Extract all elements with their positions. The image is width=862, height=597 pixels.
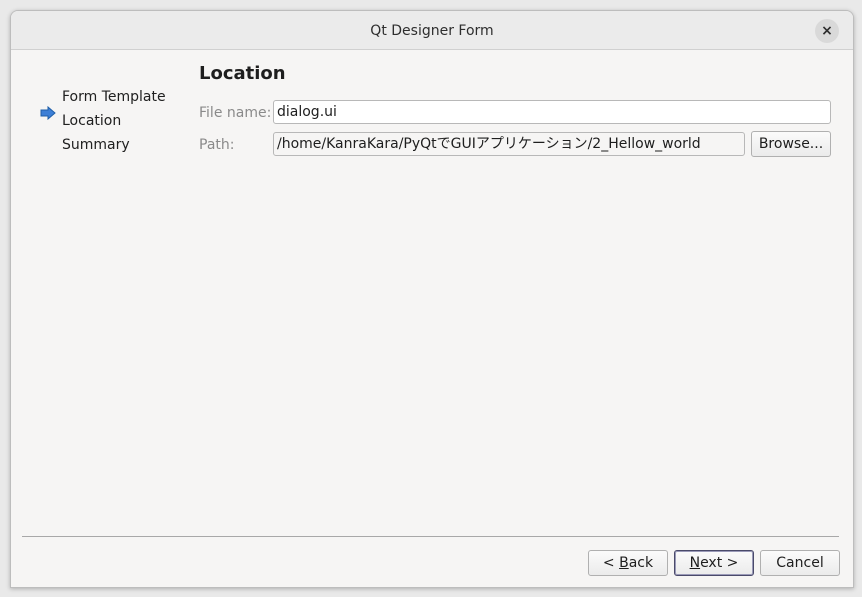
path-label: Path: (199, 137, 235, 153)
current-step-arrow-icon (40, 106, 56, 120)
back-mnemonic: B (619, 555, 629, 571)
back-arrow-glyph: < (602, 555, 620, 571)
path-field[interactable]: /home/KanraKara/PyQtでGUIアプリケーション/2_Hello… (273, 132, 745, 156)
button-separator (22, 536, 839, 537)
title-bar: Qt Designer Form × (11, 11, 853, 50)
next-label-rest: ext (700, 555, 723, 571)
cancel-button[interactable]: Cancel (760, 550, 840, 576)
next-arrow-glyph: > (722, 555, 739, 571)
qt-designer-form-dialog: Qt Designer Form × Form Template Locatio… (10, 10, 854, 588)
next-mnemonic: N (689, 555, 701, 571)
close-icon[interactable]: × (815, 19, 839, 43)
window-title: Qt Designer Form (370, 23, 494, 39)
browse-button[interactable]: Browse... (751, 131, 831, 157)
page-title: Location (199, 63, 286, 84)
step-location: Location (62, 113, 122, 129)
file-name-label: File name: (199, 105, 272, 121)
step-form-template: Form Template (62, 89, 166, 105)
back-button[interactable]: < Back (588, 550, 668, 576)
step-summary: Summary (62, 137, 130, 153)
back-label-rest: ack (628, 555, 654, 571)
file-name-field[interactable]: dialog.ui (273, 100, 831, 124)
next-button[interactable]: Next > (674, 550, 754, 576)
